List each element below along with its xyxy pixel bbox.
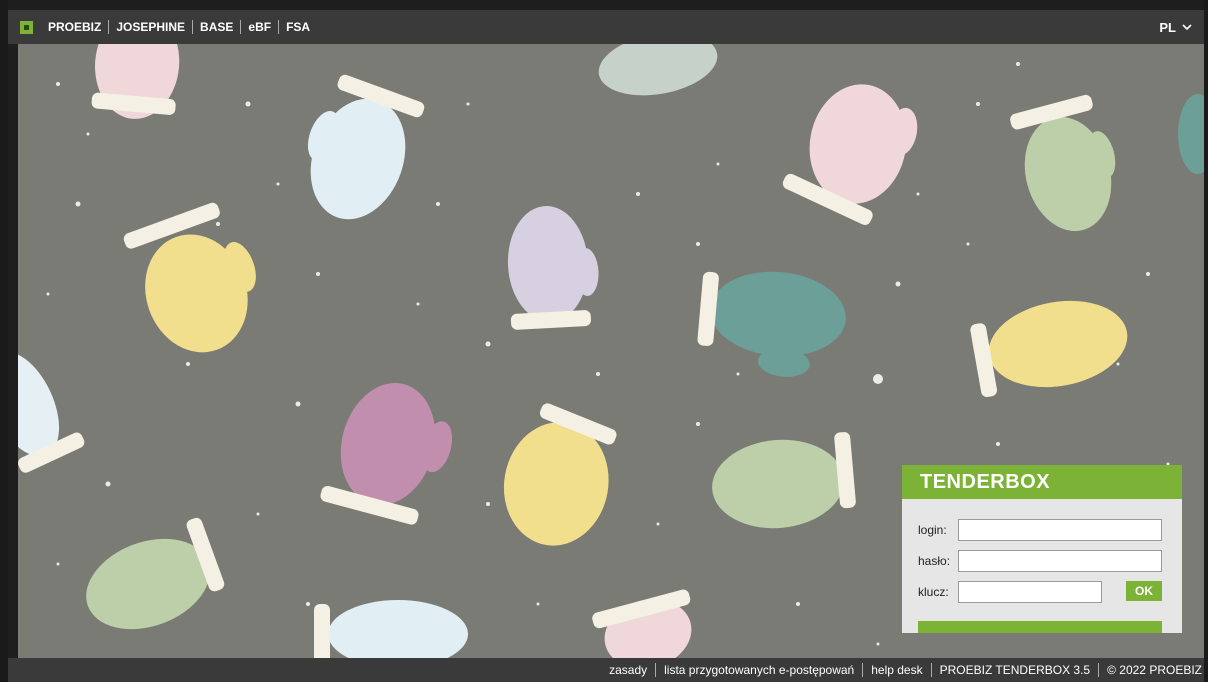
login-panel-bottom-bar bbox=[918, 621, 1162, 633]
mitten-sage-top bbox=[598, 44, 718, 96]
top-navigation-bar: PROEBIZ JOSEPHINE BASE eBF FSA PL bbox=[8, 10, 1204, 44]
key-input[interactable] bbox=[958, 581, 1102, 603]
mitten-pink-bottom bbox=[592, 589, 692, 658]
mitten-lightblue bbox=[307, 74, 425, 220]
password-label: hasło: bbox=[918, 554, 951, 568]
footer-link-rules[interactable]: zasady bbox=[601, 663, 655, 677]
mitten-pink bbox=[91, 44, 180, 119]
nav-link-ebf[interactable]: eBF bbox=[241, 20, 278, 34]
chevron-down-icon bbox=[1182, 23, 1192, 30]
footer-links: zasady lista przygotowanych e-postępowań… bbox=[601, 663, 1204, 677]
login-input[interactable] bbox=[958, 519, 1162, 541]
mitten-yellow-right bbox=[970, 300, 1128, 398]
footer-copyright: © 2022 PROEBIZ bbox=[1107, 663, 1202, 677]
nav-link-base[interactable]: BASE bbox=[193, 20, 240, 34]
footer-bar: zasady lista przygotowanych e-postępowań… bbox=[8, 658, 1204, 682]
mitten-lightblue-bottom bbox=[314, 600, 468, 658]
proebiz-logo-icon bbox=[20, 20, 33, 34]
mitten-teal-center bbox=[697, 271, 846, 377]
nav-link-fsa[interactable]: FSA bbox=[279, 20, 317, 34]
login-panel-title: TENDERBOX bbox=[902, 465, 1182, 499]
footer-link-help-desk[interactable]: help desk bbox=[863, 663, 930, 677]
mitten-green-center bbox=[712, 432, 856, 529]
password-row: hasło: bbox=[918, 550, 1162, 572]
language-label: PL bbox=[1159, 19, 1176, 35]
key-row: klucz: bbox=[918, 581, 1102, 603]
tenderbox-login-panel: TENDERBOX login: hasło: klucz: OK bbox=[902, 465, 1182, 633]
nav-link-proebiz[interactable]: PROEBIZ bbox=[41, 20, 108, 34]
footer-link-prepared-procedures[interactable]: lista przygotowanych e-postępowań bbox=[656, 663, 862, 677]
login-row: login: bbox=[918, 519, 1162, 541]
mitten-purple bbox=[320, 382, 453, 525]
mitten-pink-right bbox=[782, 84, 918, 225]
login-label: login: bbox=[918, 523, 947, 537]
ok-button[interactable]: OK bbox=[1126, 581, 1162, 601]
nav-link-josephine[interactable]: JOSEPHINE bbox=[109, 20, 192, 34]
mitten-yellow-left bbox=[123, 202, 256, 353]
mitten-green-bottom bbox=[86, 517, 225, 630]
mitten-white-left bbox=[18, 351, 85, 473]
key-label: klucz: bbox=[918, 585, 949, 599]
footer-version: PROEBIZ TENDERBOX 3.5 bbox=[939, 663, 1091, 677]
window-frame-left bbox=[0, 0, 8, 682]
mitten-teal-edge bbox=[1178, 94, 1204, 174]
window-frame-right bbox=[1204, 0, 1208, 682]
product-nav: PROEBIZ JOSEPHINE BASE eBF FSA bbox=[41, 20, 317, 34]
password-input[interactable] bbox=[958, 550, 1162, 572]
language-selector[interactable]: PL bbox=[1159, 20, 1192, 35]
mitten-yellow-center bbox=[503, 403, 617, 546]
mitten-lavender bbox=[507, 206, 599, 330]
mitten-green-right bbox=[1010, 94, 1116, 232]
